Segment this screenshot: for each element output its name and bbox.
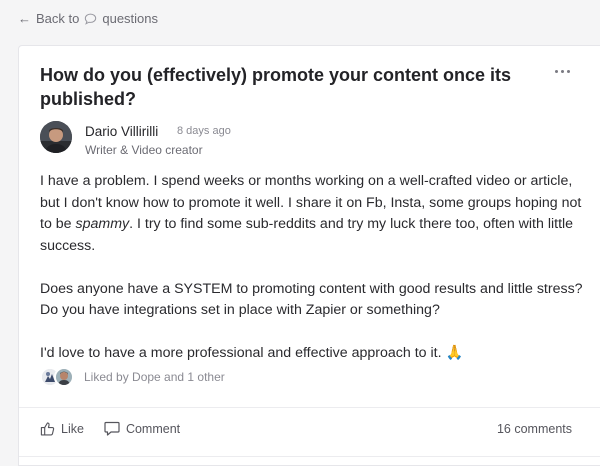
question-card: How do you (effectively) promote your co… bbox=[18, 45, 600, 466]
like-label: Like bbox=[61, 421, 84, 436]
comment-label: Comment bbox=[125, 421, 181, 436]
divider bbox=[19, 407, 600, 408]
likers-row[interactable]: Liked by Dope and 1 other bbox=[40, 367, 225, 387]
post-body: I have a problem. I spend weeks or month… bbox=[40, 171, 585, 386]
back-label: Back to bbox=[36, 11, 80, 26]
author-avatar[interactable] bbox=[40, 121, 72, 153]
body-paragraph-3: I'd love to have a more professional and… bbox=[40, 345, 464, 361]
divider bbox=[19, 456, 600, 457]
arrow-left-icon: ← bbox=[18, 11, 31, 26]
speech-bubble-icon bbox=[85, 13, 97, 25]
like-button[interactable]: Like bbox=[40, 421, 84, 436]
liker-avatar bbox=[54, 367, 74, 387]
more-horizontal-icon[interactable] bbox=[553, 66, 572, 77]
comments-count[interactable]: 16 comments bbox=[497, 422, 572, 436]
author-name[interactable]: Dario Villirilli bbox=[85, 124, 158, 139]
author-role: Writer & Video creator bbox=[85, 143, 203, 157]
body-paragraph-2: Does anyone have a SYSTEM to promoting c… bbox=[40, 280, 583, 319]
action-bar: Like Comment 16 comments bbox=[40, 421, 572, 436]
back-to-questions-link[interactable]: ← Back to questions bbox=[18, 11, 158, 26]
thumbs-up-icon bbox=[40, 422, 55, 436]
post-title: How do you (effectively) promote your co… bbox=[40, 65, 512, 109]
back-target-label: questions bbox=[102, 11, 159, 26]
comment-button[interactable]: Comment bbox=[104, 421, 180, 436]
body-paragraph-1: I have a problem. I spend weeks or month… bbox=[40, 173, 582, 254]
comment-icon bbox=[104, 421, 120, 436]
liked-by-text[interactable]: Liked by Dope and 1 other bbox=[84, 370, 225, 384]
post-timestamp: 8 days ago bbox=[177, 125, 231, 137]
